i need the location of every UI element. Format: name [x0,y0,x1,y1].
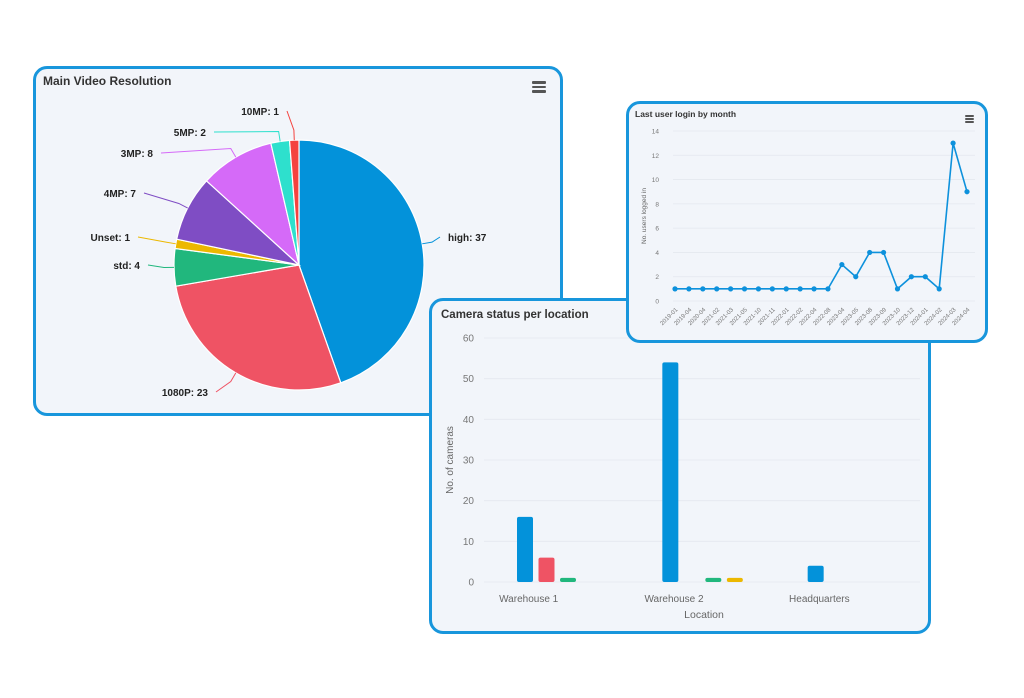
data-point [894,286,901,292]
bar-series-1 [517,516,533,582]
data-point [839,261,845,268]
data-point [922,274,928,280]
pie-data-label: 3MP: 8 [121,149,154,160]
y-tick-label: 60 [463,334,475,345]
bar-series-1 [807,565,824,582]
data-point [797,286,803,292]
y-tick-label: 4 [655,250,659,257]
y-tick-label: 40 [463,415,475,426]
y-tick-label: 12 [652,153,660,160]
bar-series-4 [726,577,743,582]
y-axis-label: No. of cameras [445,426,456,494]
pie-data-label: 4MP: 7 [104,189,137,200]
pie-leader-line [422,236,441,245]
pie-data-label: std: 4 [113,261,140,272]
data-point [936,286,942,292]
y-tick-label: 50 [463,374,475,385]
data-point [880,249,887,256]
y-tick-label: 0 [655,299,659,306]
pie-leader-line [143,192,188,209]
data-point [769,286,775,292]
x-tick-label: Warehouse 2 [644,594,704,605]
pie-leader-line [215,372,237,393]
line-series [675,142,968,291]
pie-data-label: 1080P: 23 [162,388,209,399]
pie-data-label: 10MP: 1 [241,107,279,118]
y-tick-label: 14 [652,129,660,136]
pie-data-label: high: 37 [448,233,487,244]
x-tick-label: Headquarters [789,594,850,605]
x-tick-label: Warehouse 1 [499,594,559,605]
pie-leader-line [213,131,281,142]
data-point [700,286,706,292]
y-tick-label: 2 [655,274,659,281]
data-point [741,286,748,292]
data-point [908,274,914,280]
data-point [867,249,873,256]
data-point [728,286,734,292]
data-point [811,286,817,292]
bar-chart-card: Camera status per location 0 10 20 30 40 50 60… [429,298,931,634]
bar-series-1 [662,362,679,582]
bar-series-3 [560,577,576,582]
bar-series-3 [705,577,722,582]
y-tick-label: 8 [655,201,659,208]
y-tick-label: 6 [655,226,659,233]
pie-leader-line [286,110,295,141]
data-point [825,286,831,292]
y-tick-label: 10 [463,537,475,548]
pie-data-label: 5MP: 2 [174,128,207,139]
data-point [853,274,859,280]
data-point [964,189,970,195]
bar-series-2 [538,557,555,582]
bar-chart: 0 10 20 30 40 50 60 No. of cameras Warehouse 1 Wa… [445,334,920,621]
y-axis-label: No. users logged in [641,188,648,244]
pie-leader-line [160,147,237,158]
y-tick-label: 20 [463,496,475,507]
data-point [950,140,956,146]
pie-data-label: Unset: 1 [91,233,131,244]
data-point [755,286,762,292]
data-point [714,286,720,292]
data-point [686,286,692,292]
data-point [672,286,678,292]
y-tick-label: 10 [652,177,660,184]
y-tick-label: 30 [463,456,475,467]
data-point [783,286,789,292]
line-chart-card: Last user login by month 0 2 4 6 8 10 12 14 No. … [626,101,988,343]
line-chart: 02468101214No. users logged in2019-01201… [641,129,975,327]
y-tick-label: 0 [468,578,474,589]
x-axis-label: Location [684,609,724,621]
pie-leader-line [137,236,176,245]
pie-leader-line [147,264,175,269]
